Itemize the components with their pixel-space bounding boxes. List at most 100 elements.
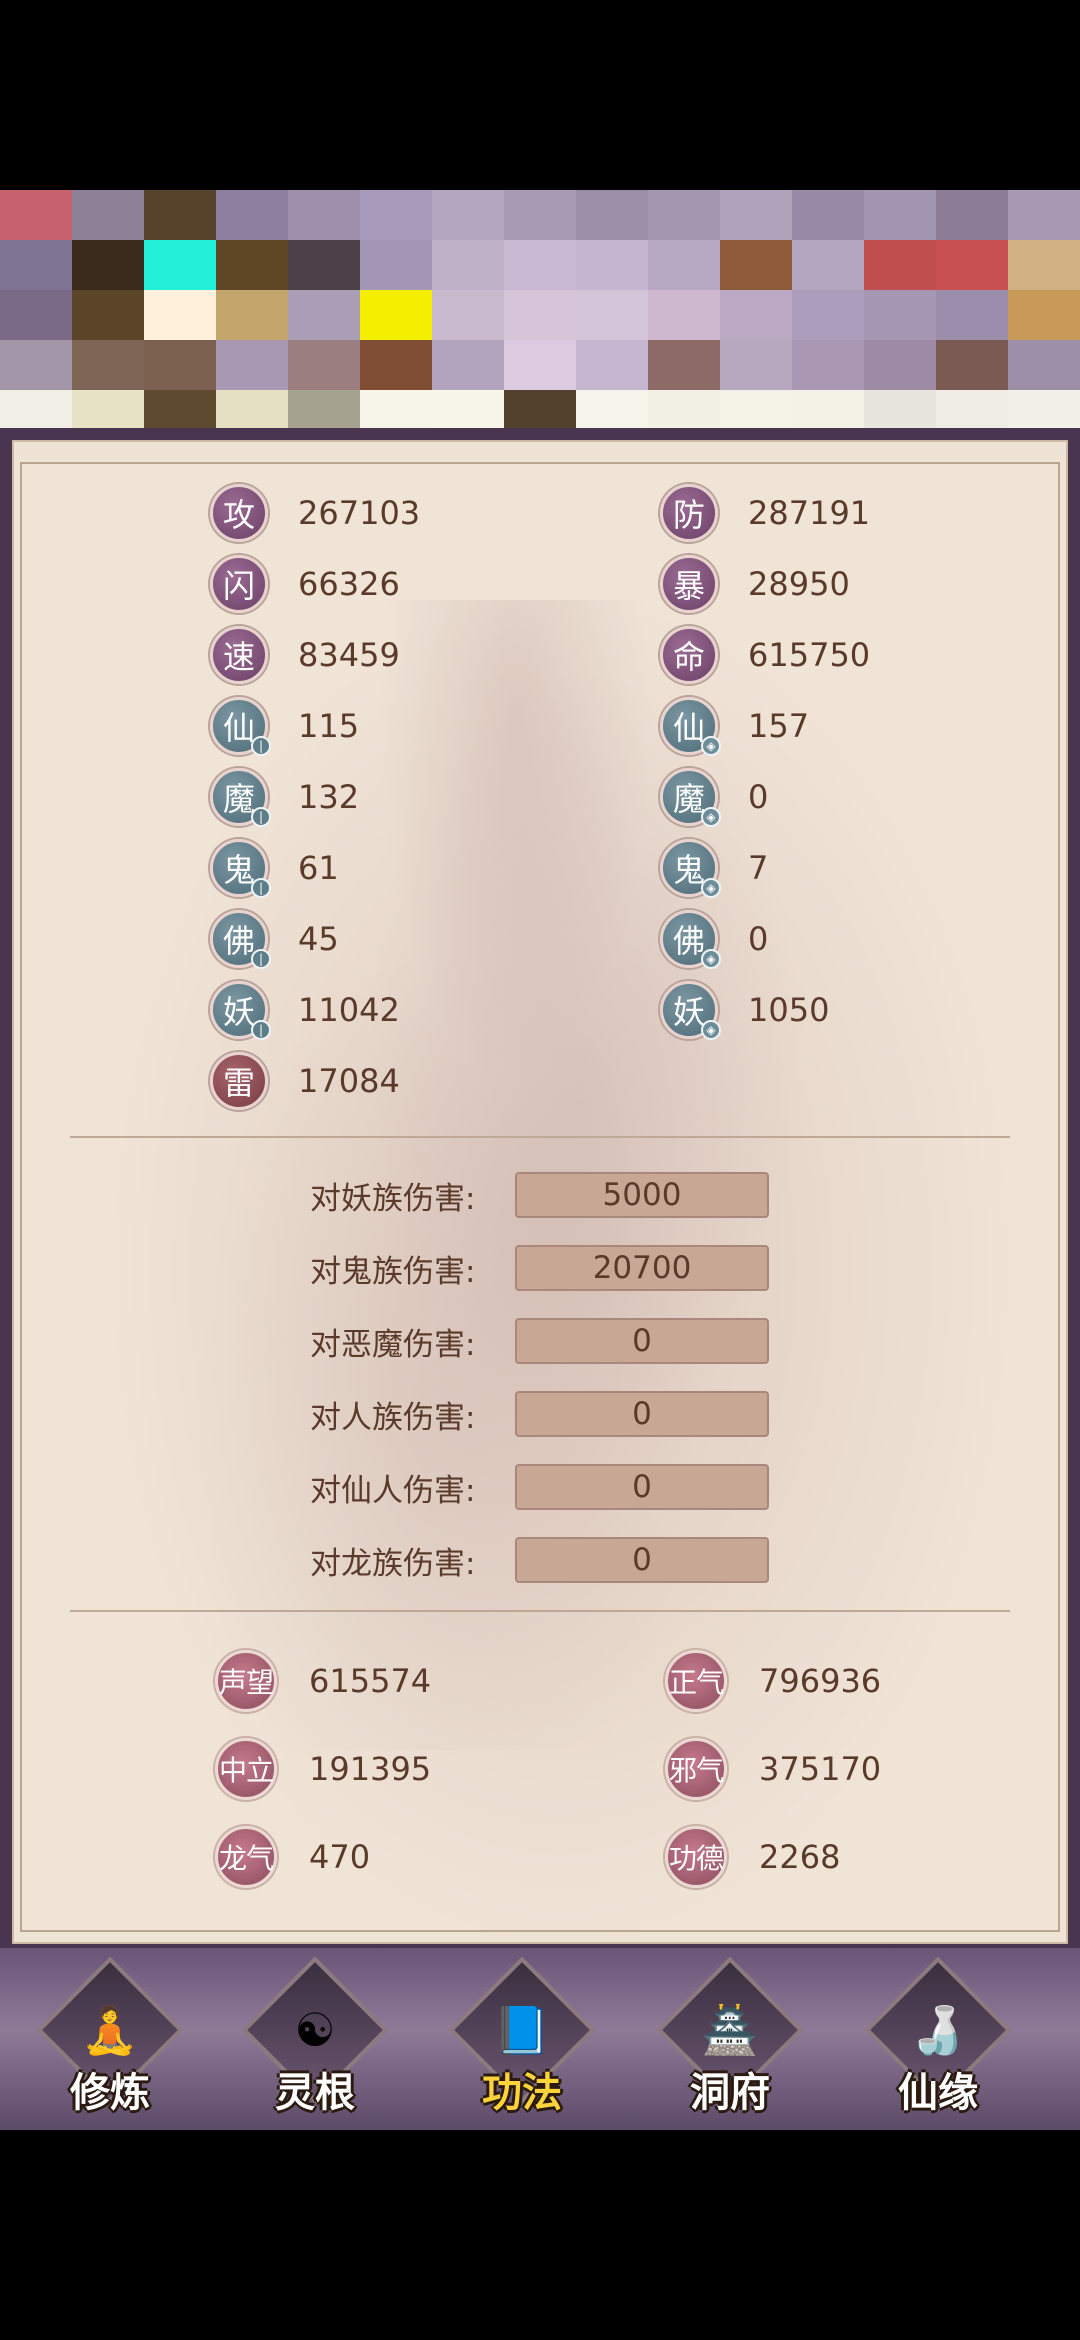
stat-row-right: 仙 ◈ 157 <box>660 695 809 757</box>
damage-value-box: 0 <box>515 1318 769 1364</box>
reputation-badge: 邪气 <box>665 1738 727 1800</box>
damage-label: 对恶魔伤害: <box>310 1326 476 1363</box>
damage-value-box: 20700 <box>515 1245 769 1291</box>
damage-label: 对妖族伤害: <box>310 1180 476 1217</box>
damage-row: 对龙族伤害: 0 <box>310 1535 769 1585</box>
damage-label: 对人族伤害: <box>310 1399 476 1436</box>
stat-row-left: 佛 | 45 <box>210 908 339 970</box>
stat-badge-icon: 速 <box>210 626 268 684</box>
nav-label: 功法 <box>482 2070 562 2116</box>
stat-badge-icon: 暴 <box>660 555 718 613</box>
reputation-row-right: 正气 796936 <box>665 1650 881 1712</box>
book-icon: 📘 <box>493 2002 551 2057</box>
stat-value: 45 <box>298 920 339 958</box>
redacted-header-mosaic <box>0 190 1080 440</box>
stat-badge-icon: 鬼 ◈ <box>660 839 721 898</box>
stat-value: 615750 <box>748 636 871 674</box>
stat-badge-icon: 命 <box>660 626 718 684</box>
stat-row-left: 速 83459 <box>210 624 400 686</box>
reputation-value: 2268 <box>759 1838 841 1876</box>
stat-row-left: 闪 66326 <box>210 553 400 615</box>
stat-row-left: 攻 267103 <box>210 482 420 544</box>
attack-marker-icon: | <box>251 1020 271 1040</box>
nav-label: 灵根 <box>275 2070 355 2116</box>
damage-row: 对鬼族伤害: 20700 <box>310 1243 769 1293</box>
reputation-value: 470 <box>309 1838 371 1876</box>
stat-badge-icon: 妖 ◈ <box>660 981 721 1040</box>
damage-value-box: 0 <box>515 1537 769 1583</box>
stat-row-left: 仙 | 115 <box>210 695 359 757</box>
nav-item-1[interactable]: 🧘 修炼 <box>35 1956 185 2120</box>
stat-badge-icon: 闪 <box>210 555 268 613</box>
reputation-badge: 龙气 <box>215 1826 277 1888</box>
pagoda-icon: 🏯 <box>701 2002 759 2057</box>
resist-shield-icon: ◈ <box>701 1020 721 1040</box>
stat-badge-icon: 仙 ◈ <box>660 697 721 756</box>
stat-badge-icon: 佛 | <box>210 910 271 969</box>
stat-badge-icon: 魔 ◈ <box>660 768 721 827</box>
resist-shield-icon: ◈ <box>701 949 721 969</box>
stat-value: 0 <box>748 920 769 958</box>
reputation-value: 796936 <box>759 1662 882 1700</box>
stat-row-right: 暴 28950 <box>660 553 850 615</box>
reputation-row-right: 邪气 375170 <box>665 1738 881 1800</box>
stat-row-right: 魔 ◈ 0 <box>660 766 768 828</box>
stat-row-right: 防 287191 <box>660 482 870 544</box>
nav-label: 仙缘 <box>898 2070 978 2116</box>
attack-marker-icon: | <box>251 878 271 898</box>
damage-label: 对鬼族伤害: <box>310 1253 476 1290</box>
stat-value: 287191 <box>748 494 871 532</box>
nav-item-5[interactable]: 🍶 仙缘 <box>863 1956 1013 2120</box>
attack-marker-icon: | <box>251 949 271 969</box>
nav-label: 洞府 <box>690 2070 770 2116</box>
stat-value: 83459 <box>298 636 400 674</box>
stat-row-left: 鬼 | 61 <box>210 837 339 899</box>
damage-row: 对人族伤害: 0 <box>310 1389 769 1439</box>
damage-label: 对龙族伤害: <box>310 1545 476 1582</box>
reputation-badge: 声望 <box>215 1650 277 1712</box>
stat-badge-icon: 雷 <box>210 1052 268 1110</box>
stat-value: 28950 <box>748 565 850 603</box>
stat-value: 1050 <box>748 991 830 1029</box>
damage-value-box: 0 <box>515 1464 769 1510</box>
reputation-row-left: 龙气 470 <box>215 1826 370 1888</box>
damage-label: 对仙人伤害: <box>310 1472 476 1509</box>
nav-item-2[interactable]: ☯ 灵根 <box>240 1956 390 2120</box>
damage-row: 对恶魔伤害: 0 <box>310 1316 769 1366</box>
stat-value: 66326 <box>298 565 400 603</box>
stat-value: 157 <box>748 707 810 745</box>
resist-shield-icon: ◈ <box>701 807 721 827</box>
attack-marker-icon: | <box>251 736 271 756</box>
damage-row: 对仙人伤害: 0 <box>310 1462 769 1512</box>
reputation-row-right: 功德 2268 <box>665 1826 840 1888</box>
divider-top <box>70 1136 1010 1138</box>
stat-badge-icon: 魔 | <box>210 768 271 827</box>
reputation-badge: 正气 <box>665 1650 727 1712</box>
nav-label: 修炼 <box>70 2070 150 2116</box>
stat-value: 7 <box>748 849 769 887</box>
stat-row-right: 命 615750 <box>660 624 870 686</box>
stat-row-right: 鬼 ◈ 7 <box>660 837 768 899</box>
stat-badge-icon: 妖 | <box>210 981 271 1040</box>
stat-value: 17084 <box>298 1062 400 1100</box>
nav-item-4[interactable]: 🏯 洞府 <box>655 1956 805 2120</box>
stat-row-right: 佛 ◈ 0 <box>660 908 768 970</box>
stat-row-left: 魔 | 132 <box>210 766 359 828</box>
stat-badge-icon: 攻 <box>210 484 268 542</box>
reputation-row-left: 声望 615574 <box>215 1650 431 1712</box>
stat-badge-icon: 鬼 | <box>210 839 271 898</box>
nav-item-3[interactable]: 📘 功法 <box>447 1956 597 2120</box>
stat-row-left: 雷 17084 <box>210 1050 400 1112</box>
divider-bottom <box>70 1610 1010 1612</box>
stat-value: 132 <box>298 778 360 816</box>
reputation-badge: 中立 <box>215 1738 277 1800</box>
stat-value: 61 <box>298 849 339 887</box>
attack-marker-icon: | <box>251 807 271 827</box>
stat-badge-icon: 佛 ◈ <box>660 910 721 969</box>
reputation-value: 191395 <box>309 1750 432 1788</box>
stat-row-left: 妖 | 11042 <box>210 979 400 1041</box>
gourd-icon: 🍶 <box>909 2002 967 2057</box>
reputation-badge: 功德 <box>665 1826 727 1888</box>
stat-badge-icon: 仙 | <box>210 697 271 756</box>
stat-badge-icon: 防 <box>660 484 718 542</box>
